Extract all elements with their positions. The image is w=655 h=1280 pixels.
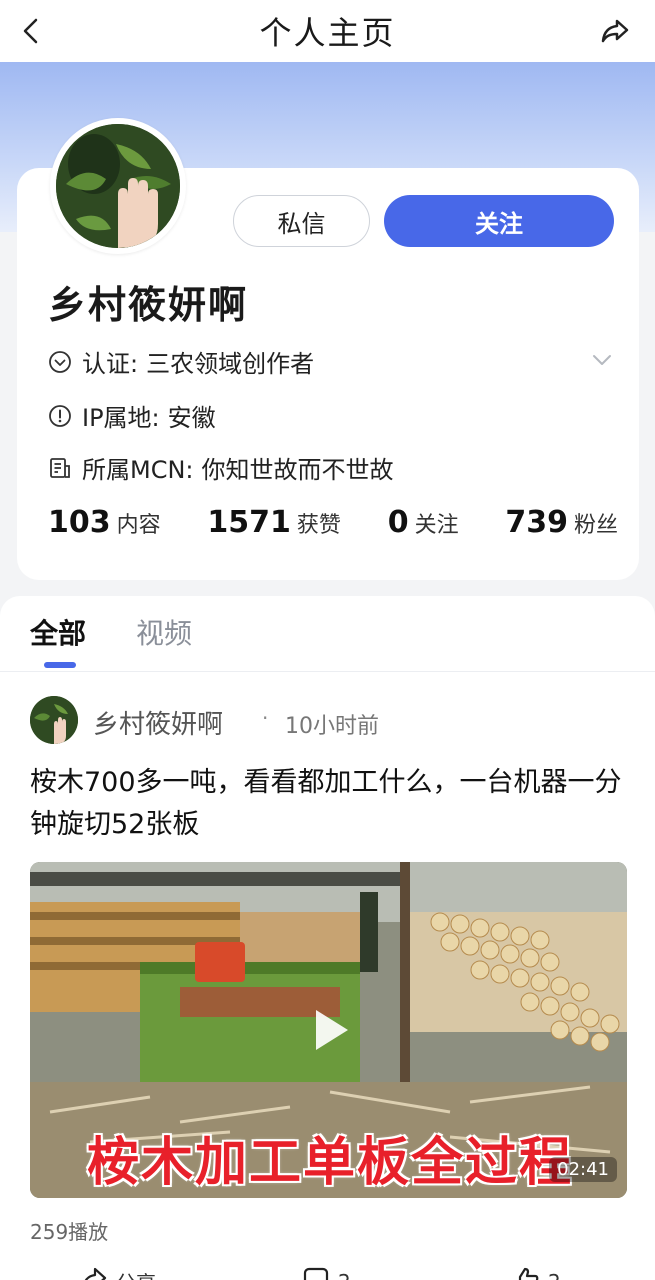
info-icon: [48, 404, 72, 428]
post-card[interactable]: 乡村筱妍啊 · 10小时前 桉木700多一吨，看看都加工什么，一台机器一分钟旋切…: [0, 672, 655, 1280]
play-icon[interactable]: [298, 1000, 358, 1060]
stat-label: 关注: [414, 513, 459, 538]
certification-row: 认证: 三农领域创作者: [48, 344, 314, 379]
comment-count: 2: [338, 1270, 351, 1280]
mcn-value: 你知世故而不世故: [201, 456, 394, 484]
profile-stats: 103 内容 1571 获赞 0 关注 739 粉丝: [48, 505, 618, 549]
back-icon[interactable]: [14, 14, 48, 48]
certification-label: 认证:: [82, 350, 139, 378]
stat-label: 内容: [116, 513, 161, 538]
certification-value: 三农领域创作者: [146, 350, 315, 378]
stat-content[interactable]: 103 内容: [48, 505, 161, 540]
page-title: 个人主页: [259, 14, 396, 52]
post-actions: 分享 2 2: [0, 1266, 655, 1280]
mcn-label: 所属MCN:: [82, 456, 194, 484]
stat-number: 103: [48, 505, 111, 540]
video-duration: 02:41: [549, 1157, 617, 1182]
stat-number: 0: [387, 505, 409, 540]
message-button[interactable]: 私信: [233, 195, 370, 247]
stat-following[interactable]: 0 关注: [388, 505, 459, 540]
stat-number: 739: [505, 505, 568, 540]
top-navbar: 个人主页: [0, 0, 655, 62]
post-author[interactable]: 乡村筱妍啊: [93, 704, 223, 741]
post-text[interactable]: 桉木700多一吨，看看都加工什么，一台机器一分钟旋切52张板: [30, 762, 630, 846]
stat-number: 1571: [207, 505, 291, 540]
like-count: 2: [548, 1270, 561, 1280]
chevron-down-icon[interactable]: [590, 348, 614, 372]
stat-label: 粉丝: [573, 513, 618, 538]
comment-action[interactable]: 2: [302, 1266, 351, 1280]
tab-active-indicator: [44, 662, 76, 668]
share-icon[interactable]: [597, 14, 633, 48]
tab-all[interactable]: 全部: [30, 612, 86, 652]
separator-dot: ·: [262, 706, 269, 730]
mcn-row: 所属MCN: 你知世故而不世故: [48, 450, 394, 485]
play-count: 259播放: [30, 1220, 109, 1244]
content-tabs: 全部 视频: [0, 596, 655, 672]
like-action[interactable]: 2: [512, 1266, 561, 1280]
share-icon: [80, 1266, 108, 1280]
follow-button[interactable]: 关注: [384, 195, 614, 247]
verified-icon: [48, 350, 72, 374]
share-action[interactable]: 分享: [80, 1266, 156, 1280]
like-icon: [512, 1266, 540, 1280]
video-thumbnail[interactable]: 桉木加工单板全过程 02:41: [30, 862, 627, 1198]
stat-followers[interactable]: 739 粉丝: [505, 505, 618, 540]
post-avatar[interactable]: [30, 696, 78, 744]
comment-icon: [302, 1266, 330, 1280]
ip-label: IP属地:: [82, 404, 160, 432]
video-caption: 桉木加工单板全过程: [86, 1132, 573, 1193]
profile-username: 乡村筱妍啊: [48, 283, 249, 327]
mcn-icon: [48, 456, 72, 480]
ip-value: 安徽: [167, 404, 216, 432]
share-label: 分享: [116, 1267, 156, 1280]
post-time: 10小时前: [285, 714, 379, 739]
tab-video[interactable]: 视频: [136, 612, 192, 652]
stat-label: 获赞: [296, 513, 341, 538]
stat-likes[interactable]: 1571 获赞: [207, 505, 341, 540]
avatar[interactable]: [50, 118, 186, 254]
ip-row: IP属地: 安徽: [48, 398, 216, 433]
